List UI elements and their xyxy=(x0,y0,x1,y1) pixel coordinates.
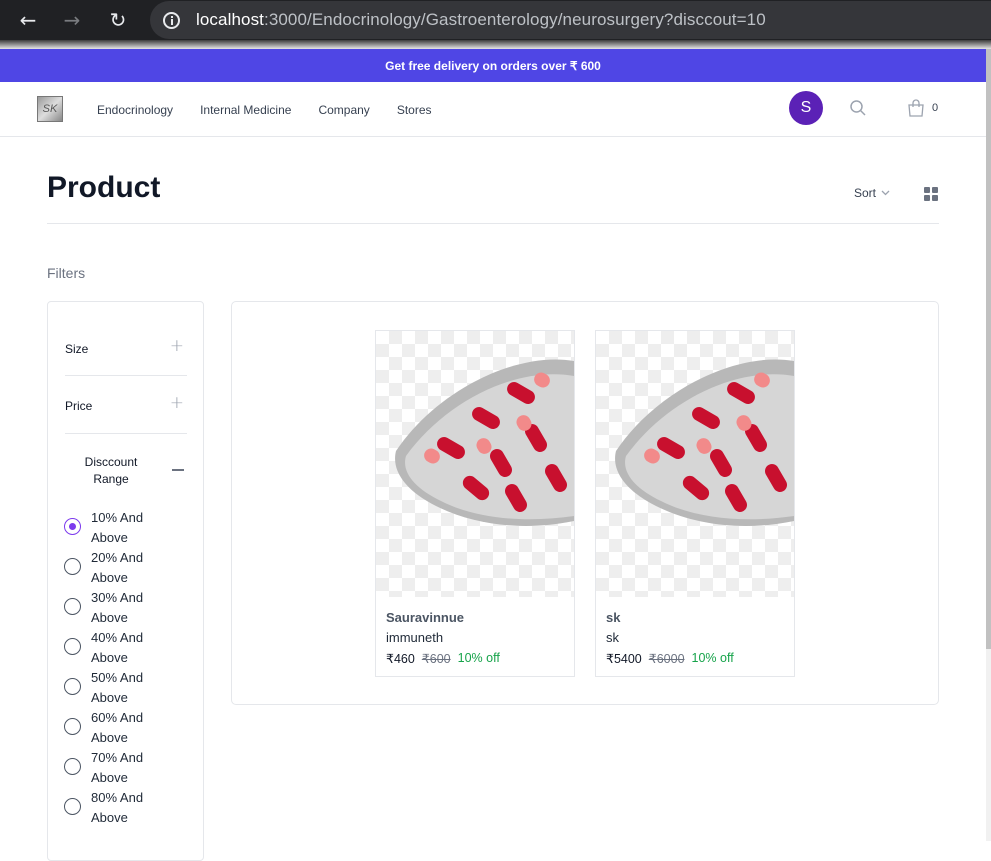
product-subtitle: sk xyxy=(606,630,619,645)
site-header: SK Endocrinology Internal Medicine Compa… xyxy=(0,82,986,137)
plus-icon[interactable]: + xyxy=(170,336,184,356)
main-nav: Endocrinology Internal Medicine Company … xyxy=(97,82,432,137)
radio-button[interactable] xyxy=(64,518,81,535)
product-image[interactable] xyxy=(376,331,574,597)
radio-button[interactable] xyxy=(64,758,81,775)
page-title: Product xyxy=(47,171,161,204)
product-discount: 10% off xyxy=(457,651,500,665)
product-card[interactable]: Sauravinnue immuneth ₹460 ₹600 10% off xyxy=(375,330,575,677)
discount-option-60[interactable]: 60% And Above xyxy=(64,708,156,748)
site-info-icon[interactable] xyxy=(163,11,180,29)
discount-option-50[interactable]: 50% And Above xyxy=(64,668,156,708)
product-price-row: ₹460 ₹600 10% off xyxy=(386,651,500,666)
radio-button[interactable] xyxy=(64,678,81,695)
nav-link-company[interactable]: Company xyxy=(318,103,369,117)
nav-link-endocrinology[interactable]: Endocrinology xyxy=(97,103,173,117)
sort-dropdown[interactable]: Sort xyxy=(854,186,890,200)
discount-option-40[interactable]: 40% And Above xyxy=(64,628,156,668)
product-mrp: ₹6000 xyxy=(648,652,685,666)
product-price: ₹5400 xyxy=(606,652,642,666)
radio-button[interactable] xyxy=(64,558,81,575)
promo-banner: Get free delivery on orders over ₹ 600 xyxy=(0,49,986,82)
filter-price-toggle[interactable]: Price + xyxy=(65,393,187,415)
title-divider xyxy=(47,223,939,224)
cart-count[interactable]: 0 xyxy=(932,102,938,114)
reload-icon[interactable]: ↻ xyxy=(107,9,129,31)
scrollbar-thumb[interactable] xyxy=(986,49,991,649)
filter-discount-label[interactable]: Disccount Range xyxy=(81,454,141,488)
page-scrollbar[interactable] xyxy=(986,49,991,841)
product-name[interactable]: Sauravinnue xyxy=(386,610,464,625)
product-subtitle: immuneth xyxy=(386,630,444,645)
product-image[interactable] xyxy=(596,331,794,597)
filter-divider xyxy=(65,375,187,376)
grid-view-icon[interactable] xyxy=(924,187,938,201)
filter-size-label: Size xyxy=(65,342,89,356)
url-text[interactable]: localhost:3000/Endocrinology/Gastroenter… xyxy=(196,10,766,30)
product-price: ₹460 xyxy=(386,652,415,666)
chevron-down-icon xyxy=(881,190,890,196)
sort-label: Sort xyxy=(854,186,877,200)
filter-divider xyxy=(65,433,187,434)
back-arrow-icon[interactable]: ← xyxy=(17,9,39,31)
discount-options: 10% And Above 20% And Above 30% And Abov… xyxy=(64,508,156,828)
product-card[interactable]: sk sk ₹5400 ₹6000 10% off xyxy=(595,330,795,677)
forward-arrow-icon[interactable]: → xyxy=(61,9,83,31)
toolbar-shadow xyxy=(0,40,991,49)
address-bar[interactable]: localhost:3000/Endocrinology/Gastroenter… xyxy=(150,1,991,39)
radio-button[interactable] xyxy=(64,718,81,735)
product-name[interactable]: sk xyxy=(606,610,620,625)
site-logo[interactable]: SK xyxy=(37,96,63,122)
nav-link-internal-medicine[interactable]: Internal Medicine xyxy=(200,103,291,117)
nav-link-stores[interactable]: Stores xyxy=(397,103,432,117)
minus-icon[interactable] xyxy=(172,469,184,471)
discount-option-10[interactable]: 10% And Above xyxy=(64,508,156,548)
browser-toolbar: ← → ↻ localhost:3000/Endocrinology/Gastr… xyxy=(0,0,991,40)
filter-size-toggle[interactable]: Size + xyxy=(65,336,187,358)
filter-sidebar: Size + Price + Disccount Range 10% And A… xyxy=(47,301,204,861)
radio-button[interactable] xyxy=(64,598,81,615)
product-price-row: ₹5400 ₹6000 10% off xyxy=(606,651,734,666)
discount-option-20[interactable]: 20% And Above xyxy=(64,548,156,588)
filter-price-label: Price xyxy=(65,399,93,413)
discount-option-70[interactable]: 70% And Above xyxy=(64,748,156,788)
product-grid: Sauravinnue immuneth ₹460 ₹600 10% off s… xyxy=(231,301,939,705)
discount-option-80[interactable]: 80% And Above xyxy=(64,788,156,828)
product-discount: 10% off xyxy=(691,651,734,665)
product-mrp: ₹600 xyxy=(421,652,451,666)
pill-blister-image xyxy=(615,359,794,526)
shopping-bag-icon[interactable] xyxy=(907,99,925,117)
pill-blister-image xyxy=(395,359,574,526)
plus-icon[interactable]: + xyxy=(170,393,184,413)
user-avatar[interactable]: S xyxy=(789,91,823,125)
radio-button[interactable] xyxy=(64,798,81,815)
radio-button[interactable] xyxy=(64,638,81,655)
filters-heading: Filters xyxy=(47,265,86,281)
discount-option-30[interactable]: 30% And Above xyxy=(64,588,156,628)
search-icon[interactable] xyxy=(850,100,866,116)
